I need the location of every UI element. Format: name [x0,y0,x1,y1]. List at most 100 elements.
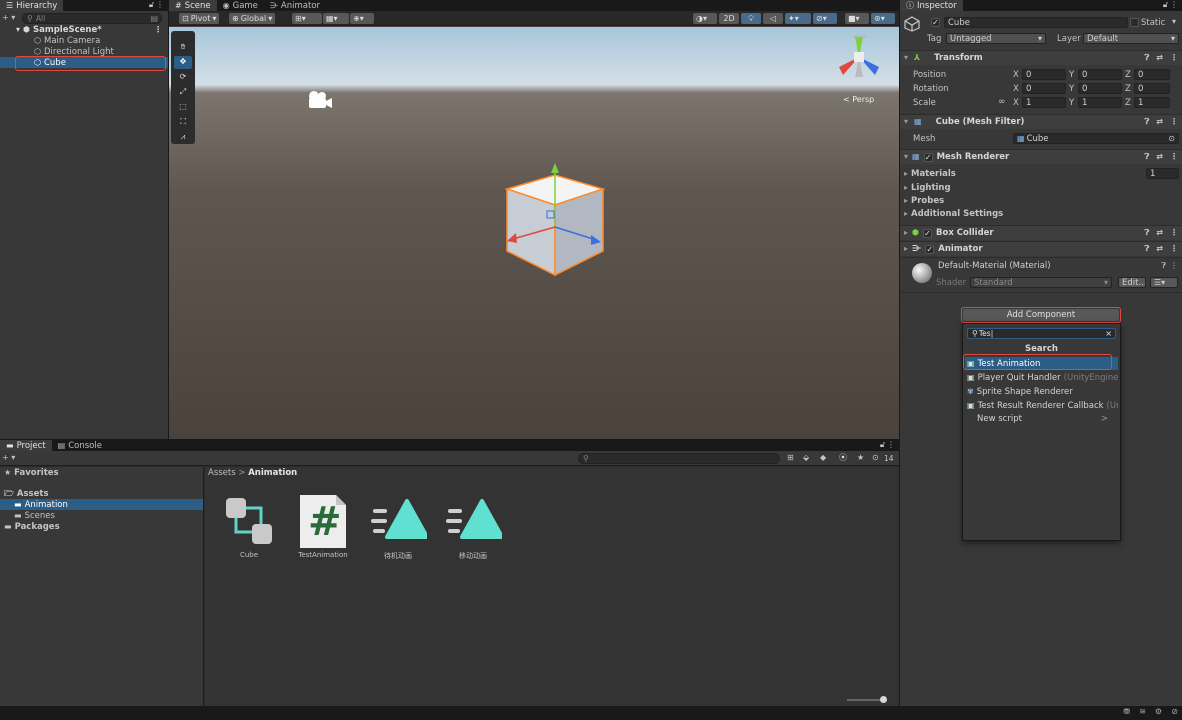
active-checkbox[interactable]: ✓ [931,18,940,27]
context-menu-icon[interactable]: ⋮ [1170,117,1178,127]
layers-icon[interactable]: ≋ [1139,708,1146,716]
asset-item-idle-anim[interactable]: 待机动画 [363,493,433,565]
favorites-row[interactable]: ★ Favorites [0,467,203,478]
animator-enabled-checkbox[interactable]: ✓ [925,244,935,254]
mesh-renderer-enabled-checkbox[interactable]: ✓ [923,152,933,162]
transform-header[interactable]: ▾ ⅄ Transform ❓︎ ⇄ ⋮ [900,50,1182,65]
debug-icon[interactable]: ⚙ [1155,708,1162,716]
grid-snap-button[interactable]: ⊞▾ [292,13,322,24]
preset-icon[interactable]: ⇄ [1156,117,1163,127]
object-picker-icon[interactable]: ⊙ [1168,134,1175,143]
visibility-icon[interactable]: ⦿ [839,454,847,462]
more-options-icon[interactable]: ⋮ [1170,1,1178,9]
mode-2d-button[interactable]: 2D [719,13,739,24]
context-menu-icon[interactable]: ⋮ [1170,244,1178,254]
position-z-field[interactable]: 0 [1134,69,1170,80]
box-collider-enabled-checkbox[interactable]: ✓ [923,228,932,238]
materials-count-field[interactable]: 1 [1146,168,1179,179]
context-menu-icon[interactable]: ⋮ [1170,262,1178,270]
hierarchy-search-input[interactable]: ⚲ All ▤ [22,13,162,24]
shader-dropdown[interactable]: Standard ▾ [970,277,1112,288]
rect-tool-button[interactable]: ⬚ [174,101,192,114]
favorite-star-icon[interactable]: ★ [857,454,864,462]
tab-scene[interactable]: # Scene [169,0,217,11]
tag-icon[interactable]: ◆ [820,454,826,462]
tab-hierarchy[interactable]: ☰ Hierarchy [0,0,64,11]
lock-icon[interactable]: 🔓︎ [880,441,885,449]
breadcrumb-assets[interactable]: Assets [208,468,236,478]
component-search-input[interactable]: ⚲ Tes | × [967,328,1116,339]
project-search-input[interactable]: ⚲ [578,453,780,464]
hierarchy-item-main-camera[interactable]: ⬡ Main Camera [0,35,168,46]
object-name-field[interactable]: Cube [944,17,1128,28]
preset-icon[interactable]: ⇄ [1156,53,1163,63]
asset-item-move-anim[interactable]: 移动动画 [438,493,508,565]
search-by-type-icon[interactable]: ⊞ [787,454,794,462]
layer-dropdown[interactable]: Default ▾ [1083,33,1179,44]
hierarchy-add-button[interactable]: + ▾ [2,13,15,22]
help-icon[interactable]: ❓︎ [1144,244,1149,254]
breadcrumb-animation[interactable]: Animation [248,468,297,478]
folder-item-animation[interactable]: ▬ Animation [0,499,203,510]
position-y-field[interactable]: 0 [1078,69,1122,80]
help-icon[interactable]: ❓︎ [1144,228,1149,238]
popup-item-test-result-renderer-callback[interactable]: ▣Test Result Renderer Callback (Unity [965,399,1118,412]
transform-tool-button[interactable]: ⛶ [174,116,192,129]
scene-row[interactable]: ▾ ⬢ SampleScene* ⋮ [0,24,168,35]
static-checkbox[interactable] [1130,18,1139,27]
audio-toggle[interactable]: ◁ [763,13,783,24]
pivot-dropdown[interactable]: ⊡ Pivot ▾ [179,13,220,24]
auto-generate-icon[interactable]: ⊘ [1171,708,1178,716]
search-by-label-icon[interactable]: ⬙ [803,454,809,462]
tab-animator[interactable]: ⋺ Animator [264,0,326,11]
camera-gizmo-icon[interactable] [305,90,333,110]
context-menu-icon[interactable]: ⋮ [1170,228,1178,238]
scene-menu-icon[interactable]: ⋮ [154,25,162,34]
perspective-label[interactable]: < Persp [843,95,874,104]
preset-icon[interactable]: ⇄ [1156,152,1163,162]
effects-toggle[interactable]: ✦▾ [785,13,811,24]
draw-mode-button[interactable]: ◑▾ [693,13,717,24]
increment-snap-button[interactable]: ⧻▾ [350,13,374,24]
lighting-foldout[interactable]: ▸ Lighting [904,183,951,193]
orientation-gizmo[interactable] [833,33,885,83]
mesh-field[interactable]: ▦ Cube ⊙ [1013,133,1179,144]
new-script-item[interactable]: New script > [965,412,1118,425]
mesh-renderer-header[interactable]: ▾ ▦ ✓ Mesh Renderer ❓︎ ⇄ ⋮ [900,149,1182,164]
tag-dropdown[interactable]: Untagged ▾ [946,33,1046,44]
move-tool-button[interactable]: ✥ [174,56,192,69]
asset-item-testanimation[interactable]: # TestAnimation [288,493,358,565]
tab-project[interactable]: ▬ Project [0,440,52,451]
packages-row[interactable]: ▬ Packages [0,521,203,532]
context-menu-icon[interactable]: ⋮ [1170,152,1178,162]
clear-search-icon[interactable]: × [1105,329,1112,338]
scale-tool-button[interactable]: ⤢ [174,86,192,99]
global-dropdown[interactable]: ⊕ Global ▾ [229,13,276,24]
more-options-icon[interactable]: ⋮ [887,441,895,449]
asset-item-cube[interactable]: Cube [214,493,284,565]
tab-inspector[interactable]: ⓘ Inspector [900,0,963,11]
lock-icon[interactable]: 🔓︎ [149,1,154,9]
hidden-packages-icon[interactable]: ⊙ [872,454,879,462]
help-icon[interactable]: ❓︎ [1161,262,1166,270]
materials-foldout[interactable]: ▸ Materials [904,169,956,179]
rotation-y-field[interactable]: 0 [1078,83,1122,94]
rotation-x-field[interactable]: 0 [1022,83,1066,94]
lock-icon[interactable]: 🔓︎ [1163,1,1168,9]
folder-item-scenes[interactable]: ▬ Scenes [0,510,203,521]
tab-console[interactable]: ▤ Console [52,440,108,451]
link-scale-icon[interactable]: ∞ [998,98,1006,107]
position-x-field[interactable]: 0 [1022,69,1066,80]
help-icon[interactable]: ❓︎ [1144,117,1149,127]
expand-arrow-icon[interactable]: ▾ [16,25,20,34]
filter-icon[interactable]: ▤ [150,14,158,23]
scene-visibility-toggle[interactable]: ⊘▾ [813,13,837,24]
help-icon[interactable]: ❓︎ [1144,152,1149,162]
mesh-filter-header[interactable]: ▾ ▦ Cube (Mesh Filter) ❓︎ ⇄ ⋮ [900,114,1182,129]
help-icon[interactable]: ❓︎ [1144,53,1149,63]
preset-icon[interactable]: ⇄ [1156,244,1163,254]
cube-object[interactable] [501,159,613,281]
popup-item-sprite-shape-renderer[interactable]: ✾ Sprite Shape Renderer [965,385,1118,398]
project-add-button[interactable]: + ▾ [2,453,15,462]
scale-y-field[interactable]: 1 [1078,97,1122,108]
